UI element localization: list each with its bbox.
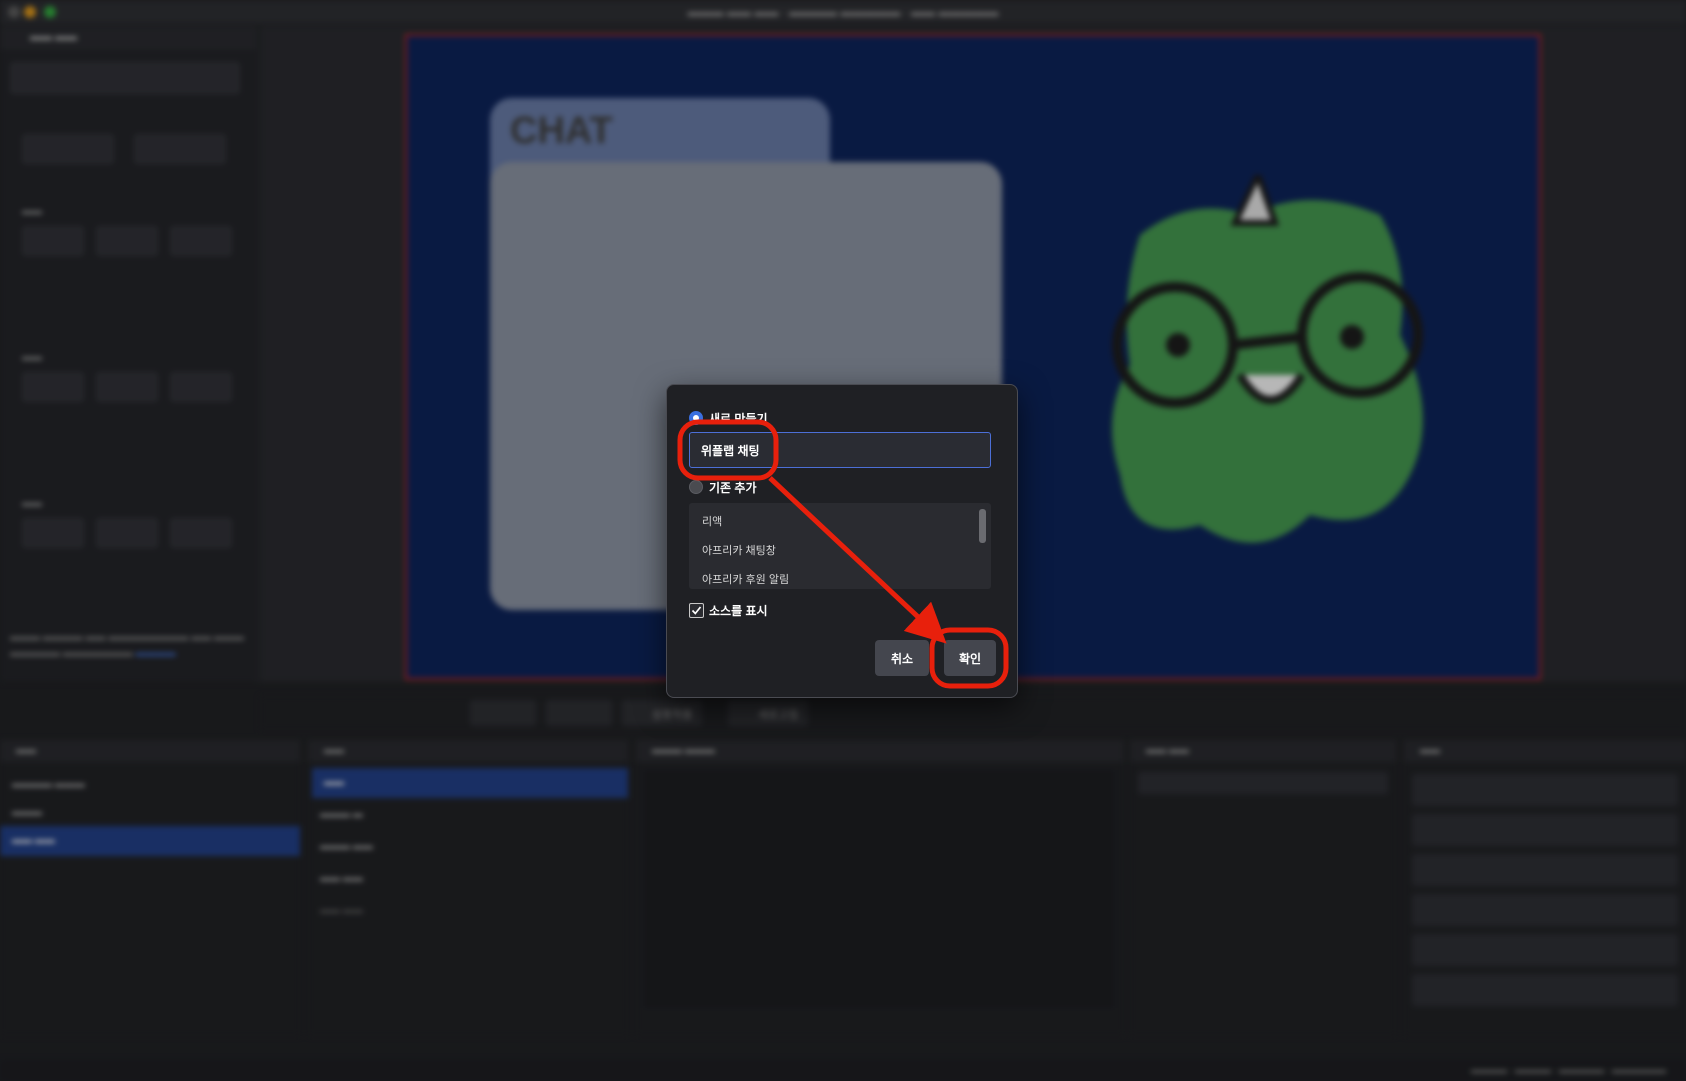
add-source-dialog: 새로 만들기 기존 추가 리액 아프리카 채팅창 아프리카 후원 알림 소스를 … xyxy=(666,384,1018,698)
source-name-input[interactable] xyxy=(689,432,991,468)
add-existing-radio[interactable] xyxy=(689,480,703,494)
show-source-option[interactable]: 소스를 표시 xyxy=(689,601,768,619)
create-new-radio[interactable] xyxy=(689,411,703,425)
ok-button[interactable]: 확인 xyxy=(944,640,996,676)
add-existing-option[interactable]: 기존 추가 xyxy=(689,478,757,496)
checkmark-icon xyxy=(691,605,702,615)
create-new-option[interactable]: 새로 만들기 xyxy=(689,409,768,427)
cancel-button[interactable]: 취소 xyxy=(875,640,929,676)
show-source-label: 소스를 표시 xyxy=(709,603,768,618)
create-new-label: 새로 만들기 xyxy=(709,411,768,426)
show-source-checkbox[interactable] xyxy=(689,602,704,618)
existing-sources-list: 리액 아프리카 채팅창 아프리카 후원 알림 xyxy=(689,503,991,589)
list-item[interactable]: 아프리카 채팅창 xyxy=(702,542,776,558)
app-window: ▬▬▬ ▬▬ ▬▬ · ▬▬▬▬ ▬▬▬▬▬ · ▬▬ ▬▬▬▬▬ ▬▬ ▬▬ … xyxy=(0,0,1686,1081)
list-item[interactable]: 리액 xyxy=(702,513,722,529)
list-scrollbar[interactable] xyxy=(979,509,986,543)
list-item[interactable]: 아프리카 후원 알림 xyxy=(702,571,789,587)
add-existing-label: 기존 추가 xyxy=(709,480,757,495)
